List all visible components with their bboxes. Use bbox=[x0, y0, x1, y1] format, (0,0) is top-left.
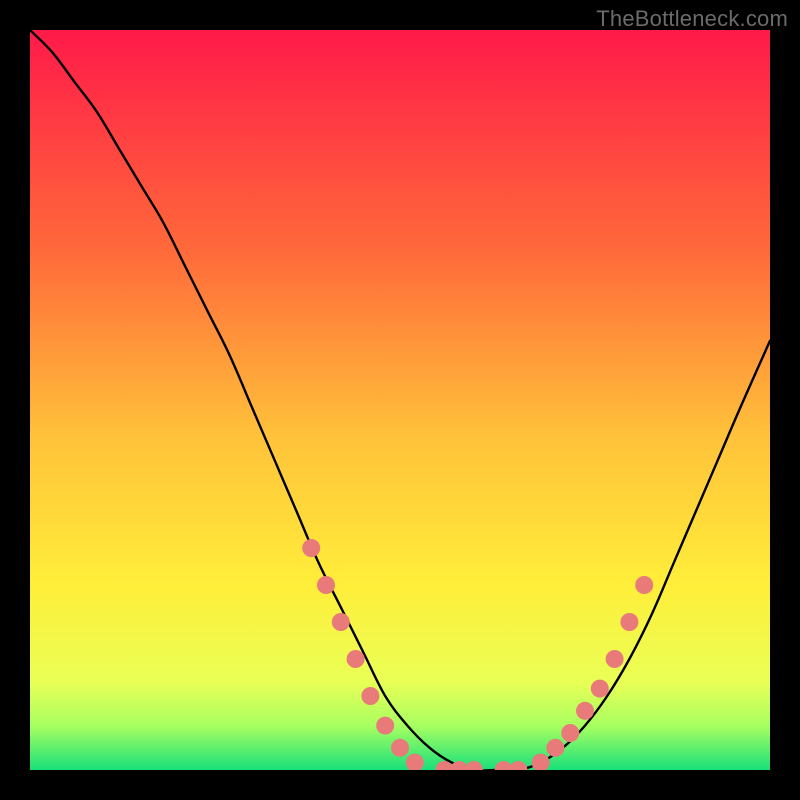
highlight-dot bbox=[391, 739, 409, 757]
highlight-dot bbox=[347, 650, 365, 668]
highlight-dot bbox=[635, 576, 653, 594]
highlight-dot bbox=[546, 739, 564, 757]
highlight-dot bbox=[317, 576, 335, 594]
gradient-background bbox=[30, 30, 770, 770]
highlight-dot bbox=[376, 717, 394, 735]
highlight-dot bbox=[361, 687, 379, 705]
highlight-dot bbox=[620, 613, 638, 631]
highlight-dot bbox=[576, 702, 594, 720]
highlight-dot bbox=[332, 613, 350, 631]
chart-frame: TheBottleneck.com bbox=[0, 0, 800, 800]
watermark-text: TheBottleneck.com bbox=[596, 6, 788, 32]
plot-area bbox=[30, 30, 770, 770]
highlight-dot bbox=[591, 680, 609, 698]
highlight-dot bbox=[302, 539, 320, 557]
highlight-dot bbox=[606, 650, 624, 668]
highlight-dot bbox=[561, 724, 579, 742]
bottleneck-chart bbox=[30, 30, 770, 770]
